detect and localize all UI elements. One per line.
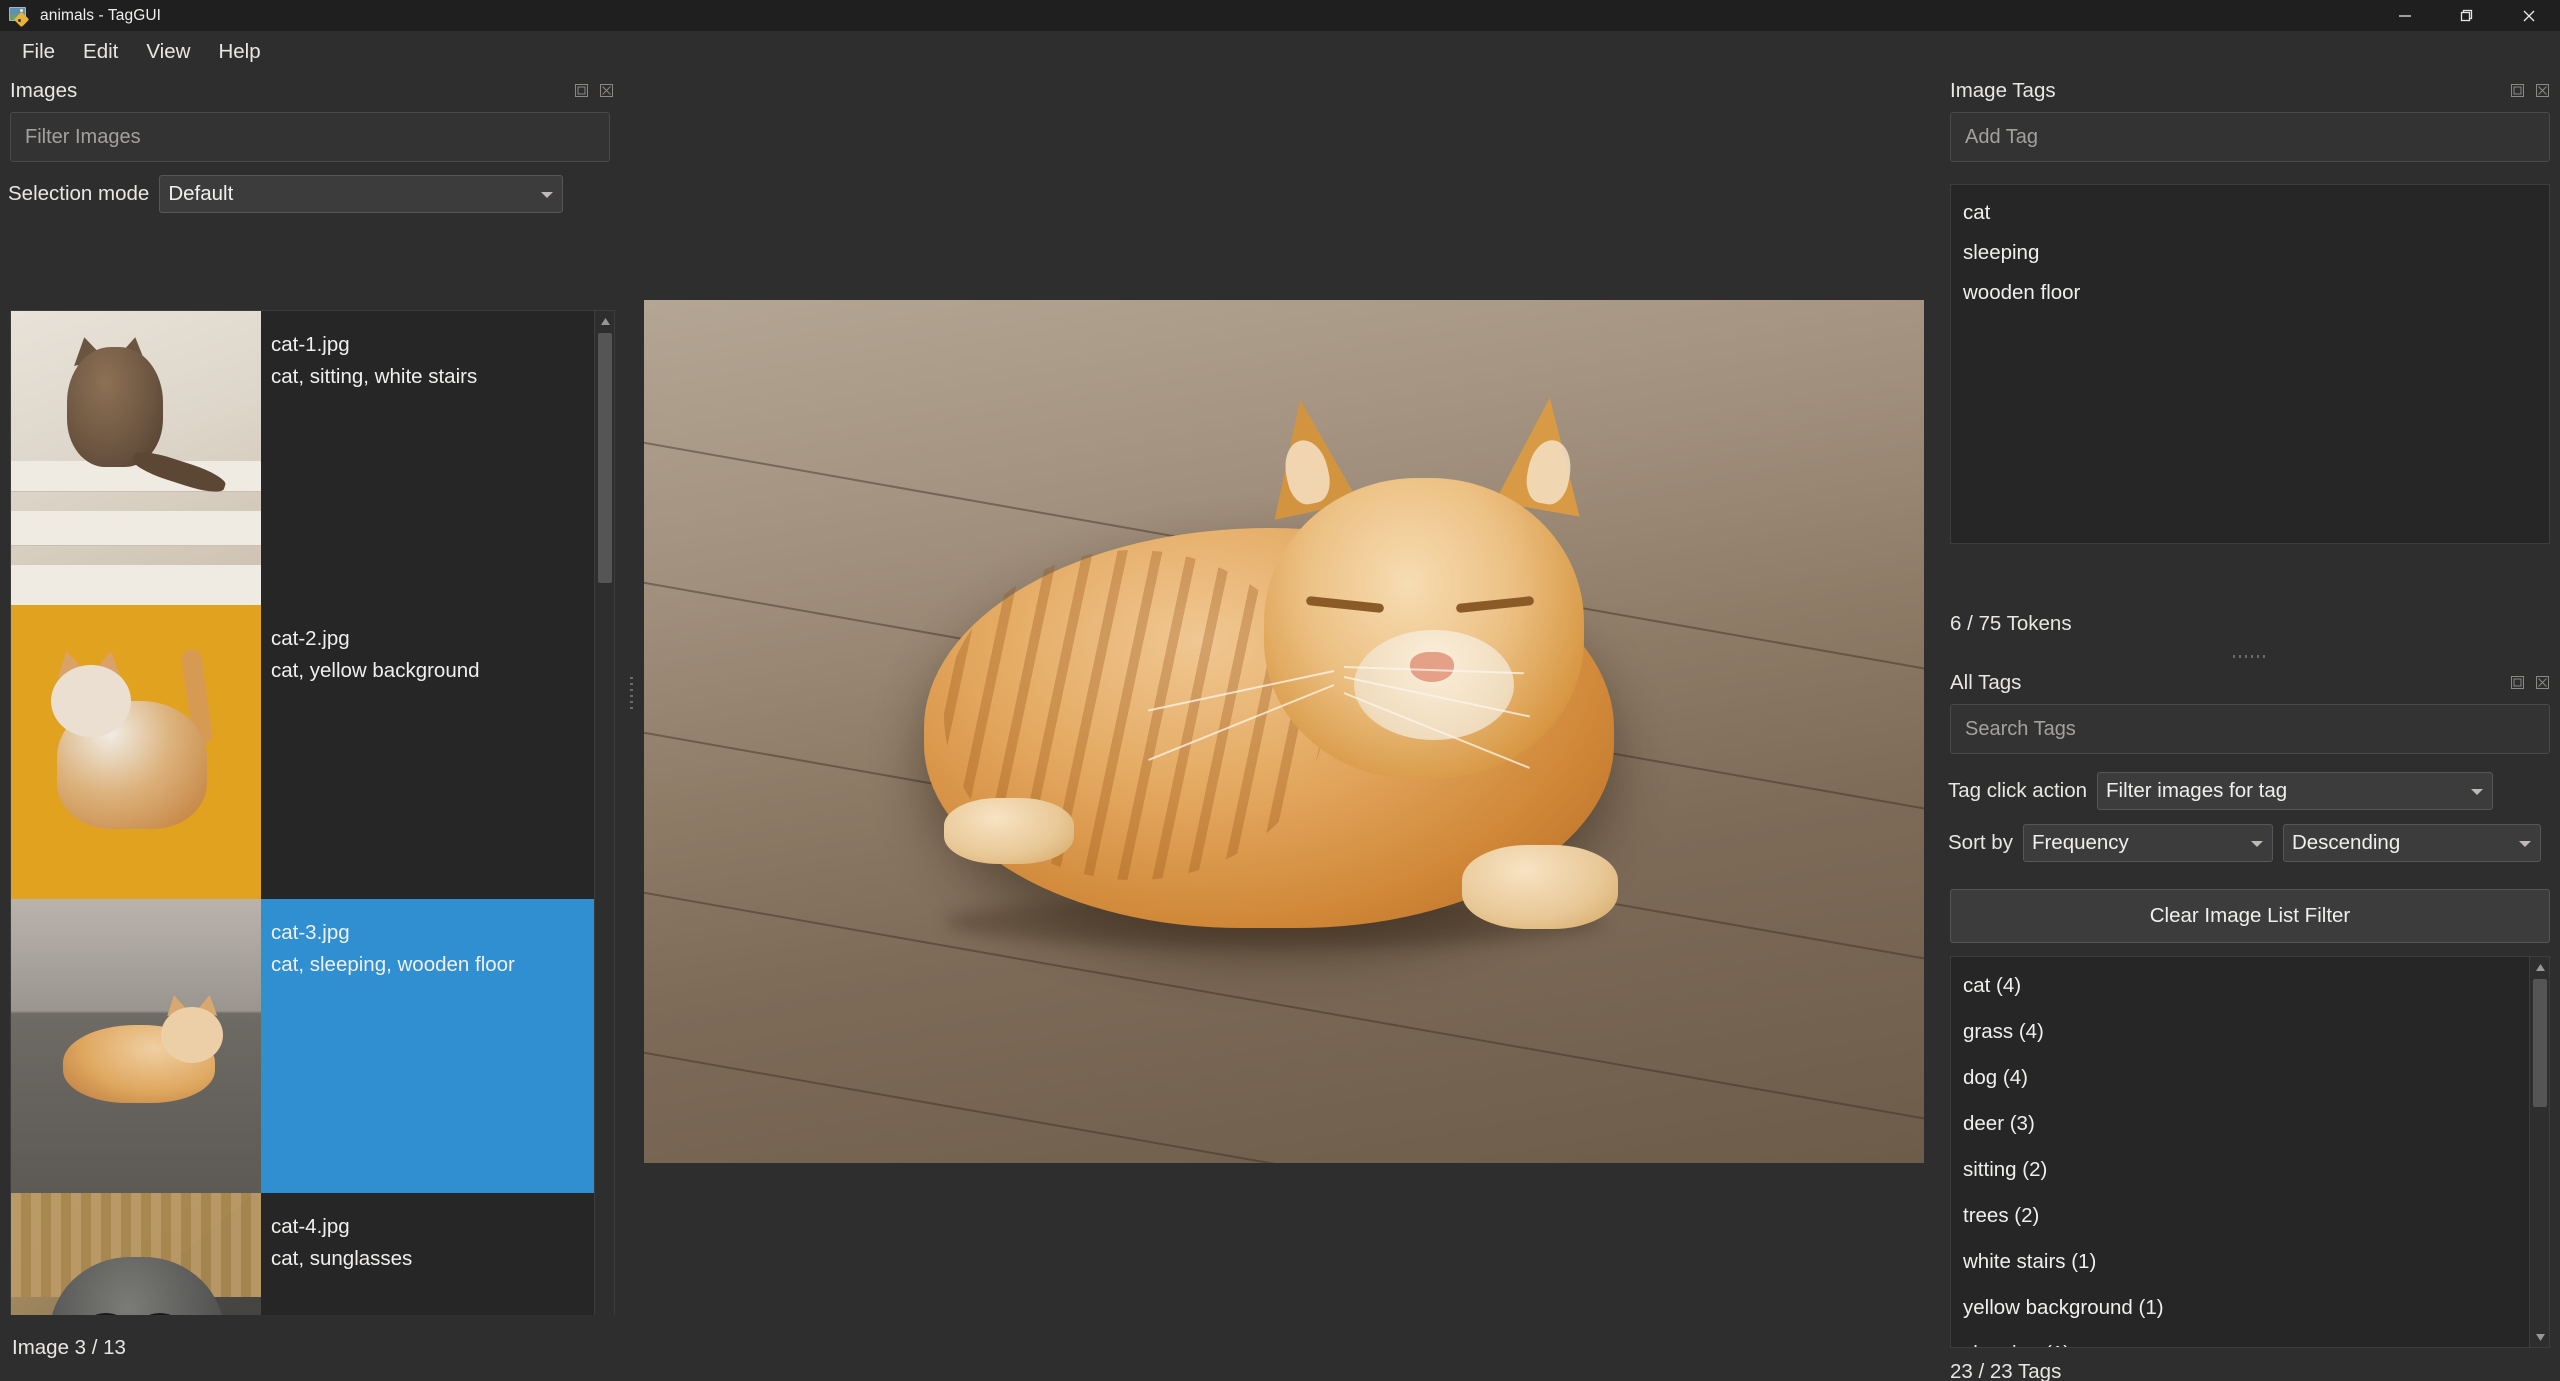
list-item-filename: cat-3.jpg <box>271 921 350 944</box>
scroll-up-icon[interactable] <box>595 311 614 331</box>
list-item-tags: cat, sleeping, wooden floor <box>271 953 515 976</box>
image-tags-list[interactable]: cat sleeping wooden floor <box>1950 184 2550 544</box>
close-panel-icon[interactable] <box>2535 675 2550 690</box>
image-counter: Image 3 / 13 <box>12 1336 126 1359</box>
list-item-filename: cat-1.jpg <box>271 333 350 356</box>
menu-help[interactable]: Help <box>204 36 274 68</box>
image-viewer <box>638 72 1930 1315</box>
float-panel-icon[interactable] <box>2510 83 2525 98</box>
restore-icon[interactable] <box>2436 0 2498 31</box>
all-tags-item[interactable]: trees (2) <box>1951 1193 2549 1239</box>
list-item[interactable]: cat-1.jpg cat, sitting, white stairs <box>11 311 614 605</box>
splitter-grip-icon <box>2233 654 2267 658</box>
all-tags-item[interactable]: sleeping (1) <box>1951 1331 2549 1347</box>
thumbnail <box>11 311 261 605</box>
add-tag-input[interactable] <box>1950 112 2550 162</box>
status-bar: Image 3 / 13 <box>0 1315 1930 1381</box>
selection-mode-value: Default <box>168 182 234 205</box>
list-item-tags: cat, yellow background <box>271 659 480 682</box>
list-item-selected[interactable]: cat-3.jpg cat, sleeping, wooden floor <box>11 899 614 1193</box>
all-tags-item[interactable]: deer (3) <box>1951 1101 2549 1147</box>
tag-click-action-select[interactable]: Filter images for tag <box>2097 772 2494 810</box>
list-item-tags: cat, sunglasses <box>271 1247 413 1270</box>
menu-bar: File Edit View Help <box>0 31 2560 72</box>
window-controls <box>2374 0 2560 31</box>
close-icon[interactable] <box>2498 0 2560 31</box>
image-list[interactable]: cat-1.jpg cat, sitting, white stairs cat… <box>10 310 615 1381</box>
all-tags-item[interactable]: dog (4) <box>1951 1055 2549 1101</box>
scrollbar-thumb[interactable] <box>2533 979 2547 1107</box>
tag-click-action-value: Filter images for tag <box>2106 779 2288 802</box>
list-item-tags: cat, sitting, white stairs <box>271 365 478 388</box>
close-panel-icon[interactable] <box>599 83 614 98</box>
tags-counter: 23 / 23 Tags <box>1950 1360 2062 1381</box>
float-panel-icon[interactable] <box>2510 675 2525 690</box>
all-tags-scrollbar[interactable] <box>2529 957 2549 1347</box>
clear-image-list-filter-button[interactable]: Clear Image List Filter <box>1950 889 2550 943</box>
list-item-filename: cat-2.jpg <box>271 627 350 650</box>
selection-mode-label: Selection mode <box>8 182 150 205</box>
image-tags-panel-title: Image Tags <box>1950 79 2056 102</box>
sort-order-select[interactable]: Descending <box>2282 824 2541 862</box>
title-bar: animals - TagGUI <box>0 0 2560 31</box>
chevron-down-icon <box>2518 841 2531 847</box>
right-dock: Image Tags cat <box>1940 72 2560 1381</box>
images-panel: Images Selection m <box>0 72 624 1381</box>
thumbnail <box>11 899 261 1193</box>
sort-by-row: Sort by Frequency Descending <box>1948 824 2552 862</box>
all-tags-list[interactable]: cat (4) grass (4) dog (4) deer (3) sitti… <box>1950 956 2550 1348</box>
app-icon <box>9 6 31 27</box>
scroll-down-icon[interactable] <box>2530 1327 2549 1347</box>
sort-by-value: Frequency <box>2031 831 2129 854</box>
splitter-grip-icon <box>629 676 633 711</box>
tag-click-action-label: Tag click action <box>1948 779 2088 802</box>
selection-mode-row: Selection mode Default <box>0 174 624 214</box>
all-tags-item[interactable]: grass (4) <box>1951 1009 2549 1055</box>
close-panel-icon[interactable] <box>2535 83 2550 98</box>
sort-order-value: Descending <box>2291 831 2401 854</box>
chevron-down-icon <box>2250 841 2263 847</box>
thumbnail <box>11 605 261 899</box>
panel-splitter-vertical[interactable] <box>624 72 638 1315</box>
all-tags-item[interactable]: sitting (2) <box>1951 1147 2549 1193</box>
image-list-scrollbar[interactable] <box>594 311 614 1381</box>
filter-images-input[interactable] <box>10 112 610 162</box>
list-item-filename: cat-4.jpg <box>271 1215 350 1238</box>
image-tag-item[interactable]: sleeping <box>1951 233 2549 273</box>
image-tags-panel-header: Image Tags <box>1940 72 2560 110</box>
scrollbar-thumb[interactable] <box>598 333 612 583</box>
app-window: animals - TagGUI File Edit View Help Ima… <box>0 0 2560 1381</box>
all-tags-panel-header: All Tags <box>1940 664 2560 702</box>
all-tags-item[interactable]: white stairs (1) <box>1951 1239 2549 1285</box>
all-tags-panel-title: All Tags <box>1950 671 2022 694</box>
chevron-down-icon <box>541 192 554 198</box>
selection-mode-select[interactable]: Default <box>159 175 564 213</box>
menu-view[interactable]: View <box>132 36 204 68</box>
images-panel-header: Images <box>0 72 624 110</box>
menu-file[interactable]: File <box>8 36 69 68</box>
all-tags-item[interactable]: cat (4) <box>1951 963 2549 1009</box>
chevron-down-icon <box>2471 789 2484 795</box>
float-panel-icon[interactable] <box>574 83 589 98</box>
list-item[interactable]: cat-2.jpg cat, yellow background <box>11 605 614 899</box>
window-title: animals - TagGUI <box>40 6 162 24</box>
sort-by-label: Sort by <box>1948 831 2013 854</box>
panel-splitter-horizontal[interactable] <box>1950 648 2550 664</box>
menu-edit[interactable]: Edit <box>69 36 132 68</box>
scroll-up-icon[interactable] <box>2530 957 2549 977</box>
image-tag-item[interactable]: wooden floor <box>1951 273 2549 313</box>
minimize-icon[interactable] <box>2374 0 2436 31</box>
images-panel-title: Images <box>10 79 78 102</box>
token-counter: 6 / 75 Tokens <box>1950 612 2072 635</box>
sort-by-select[interactable]: Frequency <box>2022 824 2273 862</box>
search-tags-input[interactable] <box>1950 704 2550 754</box>
tag-click-action-row: Tag click action Filter images for tag <box>1948 772 2552 810</box>
image-tag-item[interactable]: cat <box>1951 193 2549 233</box>
all-tags-item[interactable]: yellow background (1) <box>1951 1285 2549 1331</box>
current-image <box>644 300 1924 1163</box>
